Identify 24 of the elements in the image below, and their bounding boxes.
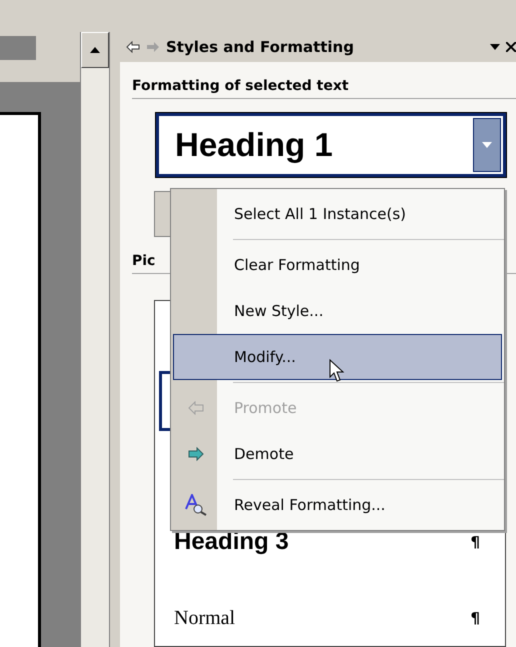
ruler-bar xyxy=(0,36,36,60)
menu-item[interactable]: Demote xyxy=(173,431,502,477)
scrollbar[interactable] xyxy=(80,32,110,647)
pane-title: Styles and Formatting xyxy=(166,38,355,56)
up-triangle-icon xyxy=(90,47,100,53)
menu-item[interactable]: Select All 1 Instance(s) xyxy=(173,191,502,237)
left-arrow-icon xyxy=(188,401,204,415)
mouse-pointer-icon xyxy=(329,359,345,383)
scroll-up-button[interactable] xyxy=(81,32,109,68)
menu-item[interactable]: Reveal Formatting... xyxy=(173,482,502,528)
section-header: Formatting of selected text xyxy=(132,78,516,99)
close-icon[interactable] xyxy=(506,42,516,52)
menu-item[interactable]: New Style... xyxy=(173,288,502,334)
right-arrow-icon xyxy=(188,447,204,461)
style-dropdown[interactable]: Heading 1 xyxy=(156,113,506,177)
dropdown-button[interactable] xyxy=(473,118,501,172)
letter-magnifier-icon xyxy=(185,494,207,516)
pilcrow-mark: ¶ xyxy=(470,609,480,627)
down-triangle-icon xyxy=(482,142,492,148)
dropdown-triangle-icon[interactable] xyxy=(490,44,500,50)
menu-item[interactable]: Modify... xyxy=(173,334,502,380)
pilcrow-mark: ¶ xyxy=(470,533,480,551)
back-arrow-icon[interactable] xyxy=(126,41,140,53)
style-item[interactable]: Normal ¶ xyxy=(159,595,505,641)
